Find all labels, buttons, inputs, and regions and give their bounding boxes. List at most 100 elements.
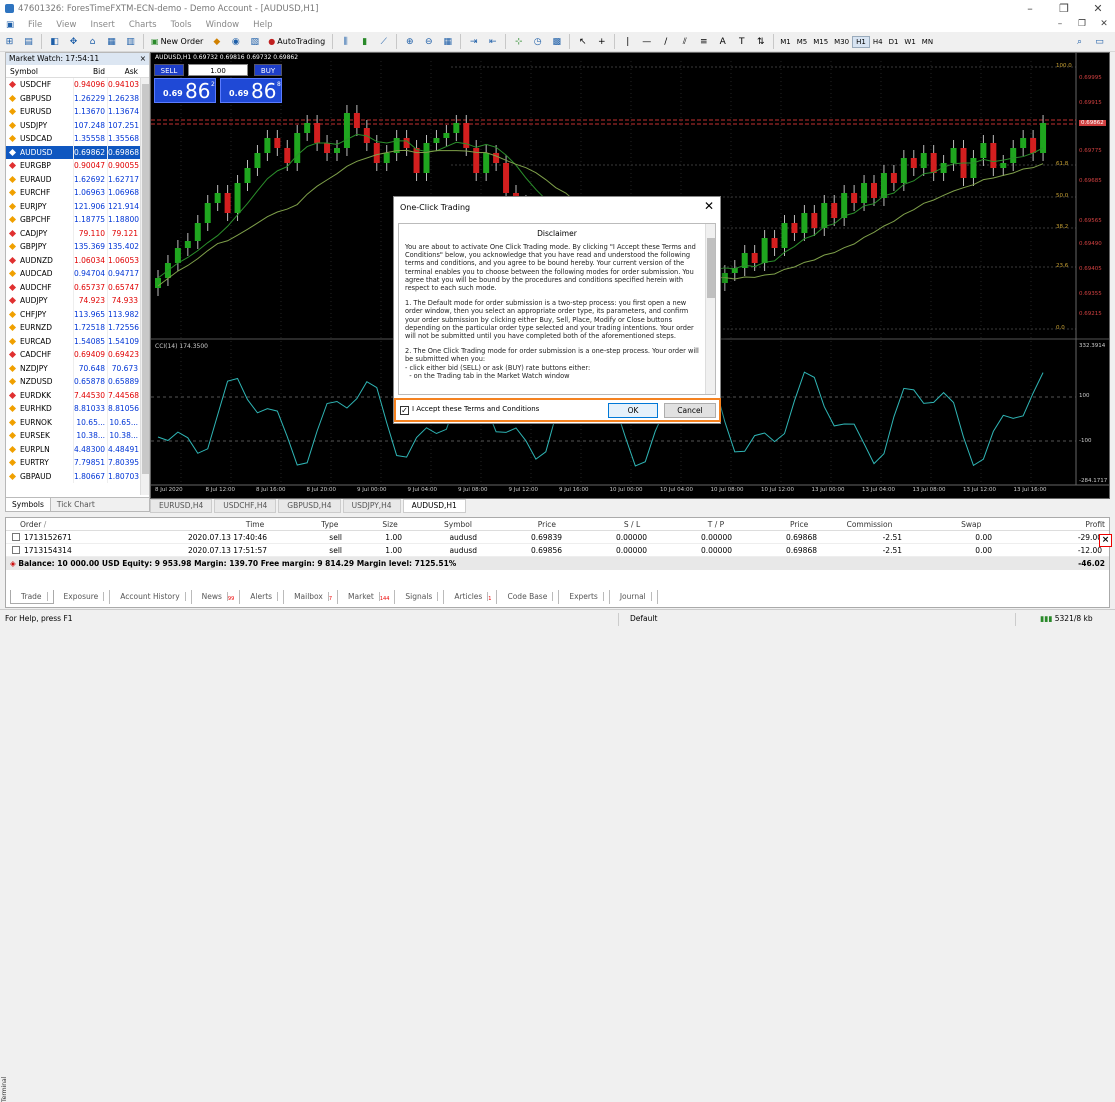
close-icon[interactable]: ×: [140, 53, 146, 65]
timeframe-h4[interactable]: H4: [870, 37, 886, 47]
terminal-tab-alerts[interactable]: Alerts: [240, 590, 285, 604]
col-type[interactable]: Type: [268, 518, 342, 530]
metaeditor-icon[interactable]: ◆: [209, 34, 224, 50]
market-watch-row[interactable]: EURCHF 1.06963 1.06968: [6, 186, 149, 200]
market-watch-row[interactable]: AUDUSD 0.69862 0.69868: [6, 145, 149, 159]
menu-help[interactable]: Help: [253, 20, 272, 30]
line-chart-icon[interactable]: ⟋: [376, 34, 391, 50]
col-order[interactable]: Order /: [6, 518, 85, 530]
col-profit[interactable]: Profit: [985, 518, 1109, 530]
vertical-line-icon[interactable]: |: [620, 34, 635, 50]
profiles-icon[interactable]: ▤: [21, 34, 36, 50]
chart-tab-gbpusd[interactable]: GBPUSD,H4: [278, 499, 341, 513]
market-watch-scrollbar[interactable]: [140, 78, 149, 495]
chart-tab-eurusd[interactable]: EURUSD,H4: [150, 499, 213, 513]
channel-icon[interactable]: ⫽: [677, 34, 692, 50]
market-watch-row[interactable]: EURJPY 121.906 121.914: [6, 199, 149, 213]
market-watch-row[interactable]: AUDCAD 0.94704 0.94717: [6, 267, 149, 281]
buy-price-button[interactable]: 0.69 86 8: [220, 78, 282, 103]
timeframe-h1[interactable]: H1: [852, 35, 870, 48]
timeframe-m5[interactable]: M5: [794, 37, 811, 47]
market-watch-row[interactable]: EURSEK 10.38... 10.38...: [6, 429, 149, 443]
market-watch-row[interactable]: CADCHF 0.69409 0.69423: [6, 348, 149, 362]
market-watch-row[interactable]: GBPUSD 1.26229 1.26238: [6, 91, 149, 105]
col-size[interactable]: Size: [342, 518, 401, 530]
market-watch-row[interactable]: GBPAUD 1.80667 1.80703: [6, 469, 149, 483]
col-time[interactable]: Time: [85, 518, 268, 530]
new-order-button[interactable]: ▣ New Order: [149, 34, 205, 50]
candlestick-icon[interactable]: ▮: [357, 34, 372, 50]
market-watch-row[interactable]: CHFJPY 113.965 113.982: [6, 307, 149, 321]
autoscroll-icon[interactable]: ⇥: [466, 34, 481, 50]
cancel-button[interactable]: Cancel: [664, 403, 716, 418]
col-ask[interactable]: Ask: [107, 65, 140, 77]
signals-icon[interactable]: ◉: [228, 34, 243, 50]
text-icon[interactable]: A: [715, 34, 730, 50]
market-watch-row[interactable]: EURAUD 1.62692 1.62717: [6, 172, 149, 186]
tab-symbols[interactable]: Symbols: [6, 498, 51, 511]
market-watch-row[interactable]: AUDCHF 0.65737 0.65747: [6, 280, 149, 294]
search-icon[interactable]: ⌕: [1072, 34, 1087, 50]
menu-window[interactable]: Window: [206, 20, 240, 30]
col-sl[interactable]: S / L: [560, 518, 644, 530]
accept-label[interactable]: I Accept these Terms and Conditions: [412, 405, 539, 413]
terminal-tab-mailbox[interactable]: Mailbox 7: [284, 590, 339, 604]
dialog-close-button[interactable]: ✕: [704, 199, 714, 213]
crosshair-icon[interactable]: +: [594, 34, 609, 50]
horizontal-line-icon[interactable]: —: [639, 34, 654, 50]
market-watch-row[interactable]: EURPLN 4.48300 4.48491: [6, 442, 149, 456]
terminal-tab-articles[interactable]: Articles 1: [444, 590, 498, 604]
terminal-tab-code-base[interactable]: Code Base: [497, 590, 560, 604]
market-watch-row[interactable]: EURNZD 1.72518 1.72556: [6, 321, 149, 335]
menu-file[interactable]: File: [28, 20, 42, 30]
market-watch-row[interactable]: EURGBP 0.90047 0.90055: [6, 159, 149, 173]
market-watch-row[interactable]: EURNOK 10.65... 10.65...: [6, 415, 149, 429]
col-symbol[interactable]: Symbol: [402, 518, 476, 530]
market-watch-row[interactable]: EURHKD 8.81033 8.81056: [6, 402, 149, 416]
chart-tab-usdchf[interactable]: USDCHF,H4: [214, 499, 277, 513]
disclaimer-box[interactable]: Disclaimer You are about to activate One…: [398, 223, 716, 395]
data-window-icon[interactable]: ⌂: [85, 34, 100, 50]
arrows-icon[interactable]: ⇅: [753, 34, 768, 50]
market-watch-row[interactable]: NZDUSD 0.65878 0.65889: [6, 375, 149, 389]
timeframe-m15[interactable]: M15: [810, 37, 831, 47]
timeframe-m30[interactable]: M30: [831, 37, 852, 47]
accept-checkbox[interactable]: ✓: [400, 406, 409, 415]
timeframe-m1[interactable]: M1: [777, 37, 794, 47]
timeframe-w1[interactable]: W1: [901, 37, 918, 47]
navigator-icon[interactable]: ✥: [66, 34, 81, 50]
sell-price-button[interactable]: 0.69 86 2: [154, 78, 216, 103]
market-watch-row[interactable]: EURUSD 1.13670 1.13674: [6, 105, 149, 119]
chart-tab-usdjpy[interactable]: USDJPY,H4: [342, 499, 401, 513]
market-watch-row[interactable]: CADJPY 79.110 79.121: [6, 226, 149, 240]
order-row[interactable]: 1713154314 2020.07.13 17:51:57 sell 1.00 aud…: [6, 544, 1109, 557]
tab-tick-chart[interactable]: Tick Chart: [51, 498, 101, 511]
new-chart-icon[interactable]: ⊞: [2, 34, 17, 50]
timeframe-mn[interactable]: MN: [919, 37, 936, 47]
zoom-in-icon[interactable]: ⊕: [402, 34, 417, 50]
menu-charts[interactable]: Charts: [129, 20, 157, 30]
market-watch-row[interactable]: EURCAD 1.54085 1.54109: [6, 334, 149, 348]
terminal-tab-signals[interactable]: Signals: [395, 590, 445, 604]
tile-windows-icon[interactable]: ▦: [440, 34, 455, 50]
col-commission[interactable]: Commission: [812, 518, 896, 530]
terminal-tab-market[interactable]: Market 144: [338, 590, 396, 604]
mdi-minimize-button[interactable]: –: [1049, 17, 1071, 32]
vps-icon[interactable]: ▧: [247, 34, 262, 50]
close-order-button[interactable]: ×: [1099, 534, 1112, 547]
chart-tab-audusd[interactable]: AUDUSD,H1: [402, 499, 466, 513]
market-watch-row[interactable]: EURTRY 7.79851 7.80395: [6, 456, 149, 470]
terminal-tab-trade[interactable]: Trade: [10, 590, 54, 604]
menu-view[interactable]: View: [56, 20, 76, 30]
market-watch-row[interactable]: GBPJPY 135.369 135.402: [6, 240, 149, 254]
col-price[interactable]: Price: [476, 518, 560, 530]
order-row[interactable]: 1713152671 2020.07.13 17:40:46 sell 1.00 aud…: [6, 531, 1109, 544]
minimize-button[interactable]: –: [1013, 0, 1047, 17]
fibonacci-icon[interactable]: ≡: [696, 34, 711, 50]
terminal-tab-journal[interactable]: Journal: [610, 590, 658, 604]
chart-shift-icon[interactable]: ⇤: [485, 34, 500, 50]
col-tp[interactable]: T / P: [644, 518, 728, 530]
menu-tools[interactable]: Tools: [171, 20, 192, 30]
market-watch-row[interactable]: GBPCHF 1.18775 1.18800: [6, 213, 149, 227]
periods-icon[interactable]: ◷: [530, 34, 545, 50]
